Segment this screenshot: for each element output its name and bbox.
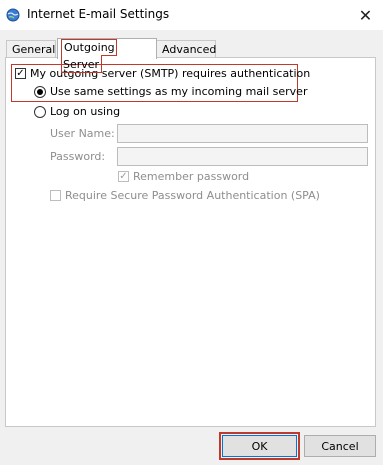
use-same-settings-label: Use same settings as my incoming mail se…	[50, 85, 308, 98]
globe-icon	[6, 8, 20, 22]
password-label: Password:	[50, 150, 106, 163]
tab-outgoing-server[interactable]: Outgoing Server	[57, 38, 157, 73]
window-title: Internet E-mail Settings	[27, 7, 170, 21]
close-icon: ✕	[358, 5, 373, 25]
tab-general[interactable]: General	[6, 40, 56, 58]
checkbox-checked-icon: ✓	[15, 67, 26, 79]
log-on-using-label: Log on using	[50, 105, 121, 118]
use-same-settings-radio[interactable]: Use same settings as my incoming mail se…	[34, 85, 307, 98]
username-label: User Name:	[50, 127, 115, 140]
radio-selected-icon	[34, 85, 46, 98]
outgoing-server-panel: ✓ My outgoing server (SMTP) requires aut…	[5, 57, 376, 427]
spa-checkbox[interactable]: Require Secure Password Authentication (…	[50, 189, 320, 202]
tab-advanced[interactable]: Advanced	[156, 40, 216, 58]
checkbox-checked-icon: ✓	[118, 170, 129, 182]
spa-label: Require Secure Password Authentication (…	[65, 189, 320, 202]
remember-password-label: Remember password	[133, 170, 250, 183]
title-bar: Internet E-mail Settings ✕	[0, 0, 383, 30]
tab-advanced-label: Advanced	[162, 43, 217, 56]
log-on-using-radio[interactable]: Log on using	[34, 105, 120, 118]
tab-general-label: General	[12, 43, 56, 56]
checkbox-unchecked-icon	[50, 190, 61, 201]
password-field[interactable]	[117, 147, 368, 166]
close-button[interactable]: ✕	[348, 0, 383, 30]
radio-unselected-icon	[34, 105, 46, 118]
requires-auth-checkbox[interactable]: ✓ My outgoing server (SMTP) requires aut…	[15, 67, 310, 80]
cancel-button[interactable]: Cancel	[304, 435, 376, 457]
remember-password-checkbox[interactable]: ✓ Remember password	[118, 170, 249, 183]
ok-button[interactable]: OK	[219, 432, 300, 460]
username-field[interactable]	[117, 124, 368, 143]
